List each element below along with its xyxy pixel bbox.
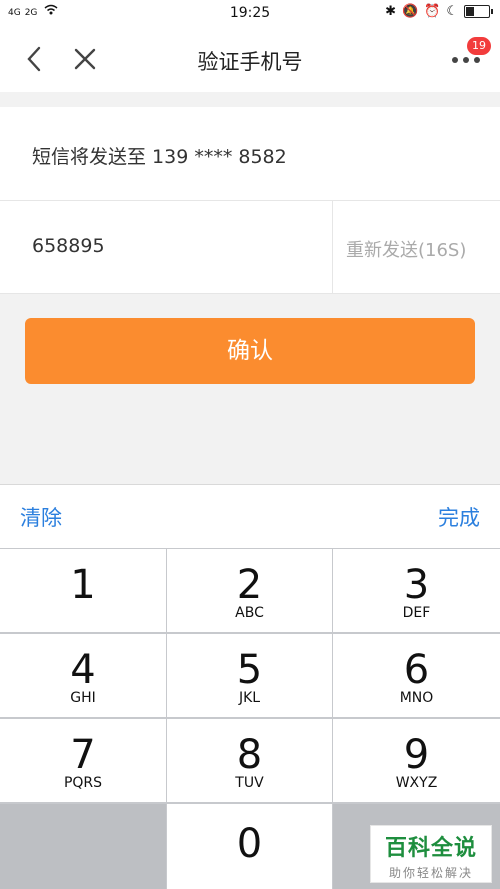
key-digit: 9 [403, 732, 430, 778]
clear-button[interactable]: 清除 [20, 502, 62, 532]
verification-code-row: 658895 重新发送(16S) [0, 201, 500, 294]
notification-badge: 19 [466, 36, 492, 56]
done-button[interactable]: 完成 [438, 502, 480, 532]
status-bar: 4G 2G 19:25 ✱ 🔕 ⏰ ☾ [0, 0, 500, 26]
key-7[interactable]: 7 PQRS [0, 719, 166, 802]
watermark-subtitle: 助你轻松解决 [388, 866, 473, 880]
key-letters: DEF [402, 605, 431, 621]
key-letters: ABC [235, 605, 264, 621]
mute-icon: 🔕 [401, 4, 419, 19]
battery-icon [464, 5, 493, 18]
key-5[interactable]: 5 JKL [167, 634, 332, 717]
divider [332, 201, 333, 293]
sms-target-text: 短信将发送至 139 **** 8582 [32, 146, 287, 168]
key-letters: MNO [399, 690, 434, 706]
watermark-logo: 百科全说 助你轻松解决 [370, 825, 492, 883]
keyboard-toolbar: 清除 完成 [0, 484, 500, 549]
key-2[interactable]: 2 ABC [167, 549, 332, 632]
key-blank [0, 804, 166, 889]
key-9[interactable]: 9 WXYZ [333, 719, 500, 802]
key-digit: 7 [70, 732, 96, 778]
sms-info-row: 短信将发送至 139 **** 8582 [0, 107, 500, 201]
confirm-button[interactable]: 确认 [25, 318, 475, 384]
resend-button[interactable]: 重新发送(16S) [346, 236, 466, 262]
key-digit: 4 [70, 647, 96, 693]
key-digit: 3 [403, 562, 430, 608]
key-digit: 2 [236, 562, 263, 608]
key-digit: 6 [403, 647, 430, 693]
key-digit: 1 [70, 562, 96, 608]
alarm-icon: ⏰ [424, 4, 441, 19]
key-1[interactable]: 1 [0, 549, 166, 632]
key-letters: TUV [235, 775, 264, 791]
watermark-title: 百科全说 [384, 836, 477, 861]
key-letters: GHI [70, 690, 96, 706]
key-digit: 8 [236, 732, 263, 778]
key-digit: 0 [236, 821, 263, 867]
key-4[interactable]: 4 GHI [0, 634, 166, 717]
key-0[interactable]: 0 [167, 804, 332, 889]
key-3[interactable]: 3 DEF [333, 549, 500, 632]
moon-icon: ☾ [446, 4, 458, 19]
key-6[interactable]: 6 MNO [333, 634, 500, 717]
key-letters: WXYZ [395, 775, 438, 791]
page-title: 验证手机号 [197, 50, 303, 74]
key-letters: PQRS [63, 775, 103, 791]
key-letters: JKL [238, 690, 261, 706]
bluetooth-icon: ✱ [385, 4, 396, 19]
key-digit: 5 [236, 647, 263, 693]
verification-code-input[interactable]: 658895 [32, 235, 105, 257]
status-icons: ✱ 🔕 ⏰ ☾ [385, 4, 493, 19]
key-8[interactable]: 8 TUV [167, 719, 332, 802]
nav-bar: 验证手机号 19 [0, 26, 500, 92]
